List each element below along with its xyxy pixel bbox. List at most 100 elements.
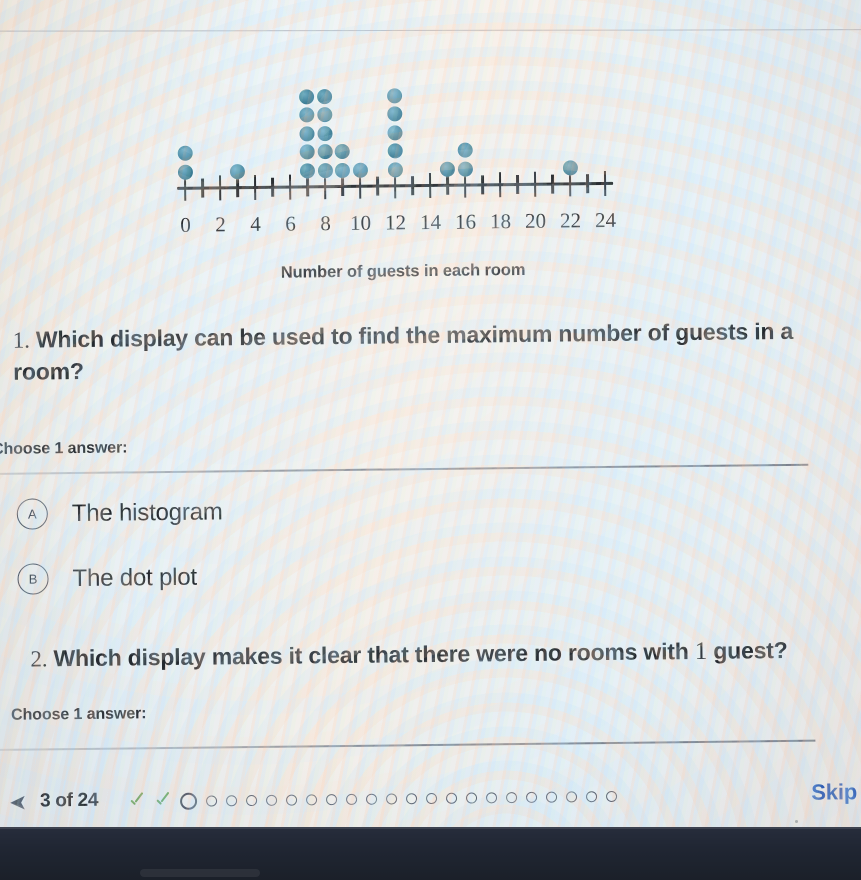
question-1-number: 1. [12,327,30,353]
axis-tick-24 [603,170,607,197]
axis-tick-13 [411,176,414,196]
progress-dot[interactable] [465,791,478,804]
data-dot [177,146,193,162]
choice-option-a[interactable]: A The histogram [16,496,223,530]
data-dot [316,125,333,142]
axis-label-8: 8 [320,211,331,236]
question-2-text: 2. Which display makes it clear that the… [30,633,860,677]
data-dot [299,144,315,160]
question-1-separator [0,463,809,475]
data-dot [386,106,402,122]
axis-tick-5 [271,177,274,197]
data-dot [387,143,403,159]
axis-tick-21 [551,174,554,194]
progress-dot[interactable] [306,793,318,805]
question-1-body: Which display can be used to find the ma… [13,317,794,385]
question-2-body-after: guest? [713,636,788,664]
progress-dot[interactable] [585,790,598,802]
axis-tick-7 [306,177,309,197]
axis-tick-11 [376,176,379,196]
progress-dot[interactable] [545,791,558,803]
axis-tick-14 [428,172,432,199]
bezel-highlight-line [0,827,861,829]
axis-label-10: 10 [349,210,372,235]
progress-counter: 3 of 24 [39,789,99,812]
photographed-screen: 0 2 4 6 8 10 12 14 16 18 20 22 24 Number of guests i… [0,0,861,880]
question-1-text: 1. Which display can be used to find the… [13,315,844,388]
axis-label-6: 6 [285,211,296,236]
axis-label-22: 22 [559,208,582,233]
question-1-block: 1. Which display can be used to find the… [13,315,844,388]
question-2-number: 2. [30,646,48,672]
data-dot [387,162,403,178]
choose-1-answer-label-q2: Choose 1 answer: [10,705,147,724]
data-dot [334,162,351,179]
progress-dot[interactable] [565,790,578,802]
progress-check-icon[interactable] [154,792,171,809]
progress-dot[interactable] [525,791,538,803]
data-dot [386,125,403,141]
progress-dot[interactable] [346,793,358,805]
chevron-left-icon[interactable]: ➤ [10,792,26,815]
progress-dot[interactable] [246,794,258,806]
data-dot [439,161,456,177]
choice-option-b[interactable]: B The dot plot [17,562,197,595]
progress-dot[interactable] [505,791,518,803]
data-dot [386,87,402,104]
choice-b-label: The dot plot [72,563,198,592]
choice-b-bubble[interactable]: B [17,563,49,595]
axis-tick-4 [253,174,257,200]
axis-tick-1 [201,178,204,198]
data-dot [316,107,332,123]
axis-tick-17 [481,175,484,195]
progress-check-icon[interactable] [128,793,145,810]
axis-label-18: 18 [489,209,512,234]
axis-label-24: 24 [594,207,617,233]
screen-dust-speck [795,820,798,823]
data-dot [316,88,332,104]
question-2-choose-label-wrap: Choose 1 answer: [11,697,841,724]
progress-dot[interactable] [485,791,498,803]
choice-a-bubble[interactable]: A [16,498,48,530]
bezel-nub [140,869,260,877]
dot-plot-figure: 0 2 4 6 8 10 12 14 16 18 20 22 24 [165,34,637,237]
choice-a-letter: A [27,506,37,522]
progress-dot-track[interactable] [128,783,618,815]
axis-tick-6 [288,174,292,200]
device-bezel [0,827,861,880]
progress-dot[interactable] [226,794,238,806]
axis-tick-2 [218,175,222,201]
data-dot [317,163,333,179]
question-2-block: 2. Which display makes it clear that the… [30,633,860,677]
progress-dot[interactable] [286,794,298,806]
progress-dot[interactable] [386,792,398,805]
progress-dot[interactable] [326,793,338,805]
question-2-separator [0,739,816,751]
data-dot [317,144,333,160]
axis-label-2: 2 [215,212,226,237]
progress-dot[interactable] [406,792,418,804]
data-dot [299,107,315,123]
axis-tick-20 [533,171,537,197]
axis-tick-23 [586,174,589,194]
axis-tick-3 [236,178,239,198]
axis-tick-18 [498,172,502,198]
dot-plot-caption: Number of guests in each room [280,260,526,282]
progress-dot[interactable] [266,794,278,806]
progress-dot[interactable] [425,792,438,804]
question-2-inline-number: 1 [694,637,708,666]
progress-dot[interactable] [445,792,458,804]
progress-current-dot[interactable] [179,792,198,810]
skip-button[interactable]: Skip [811,779,857,806]
quiz-page: 0 2 4 6 8 10 12 14 16 18 20 22 24 Number of guests i… [0,0,861,880]
data-dot [229,164,246,180]
quiz-footer-bar: ➤ 3 of 24 Skip [4,770,861,830]
axis-label-20: 20 [524,208,547,233]
progress-dot[interactable] [366,793,378,805]
progress-dot[interactable] [605,790,618,802]
axis-tick-9 [341,176,344,196]
progress-dot[interactable] [206,794,218,807]
choice-a-label: The histogram [71,497,223,527]
question-2-body-before: Which display makes it clear that there … [53,638,689,672]
data-dot [299,88,315,105]
